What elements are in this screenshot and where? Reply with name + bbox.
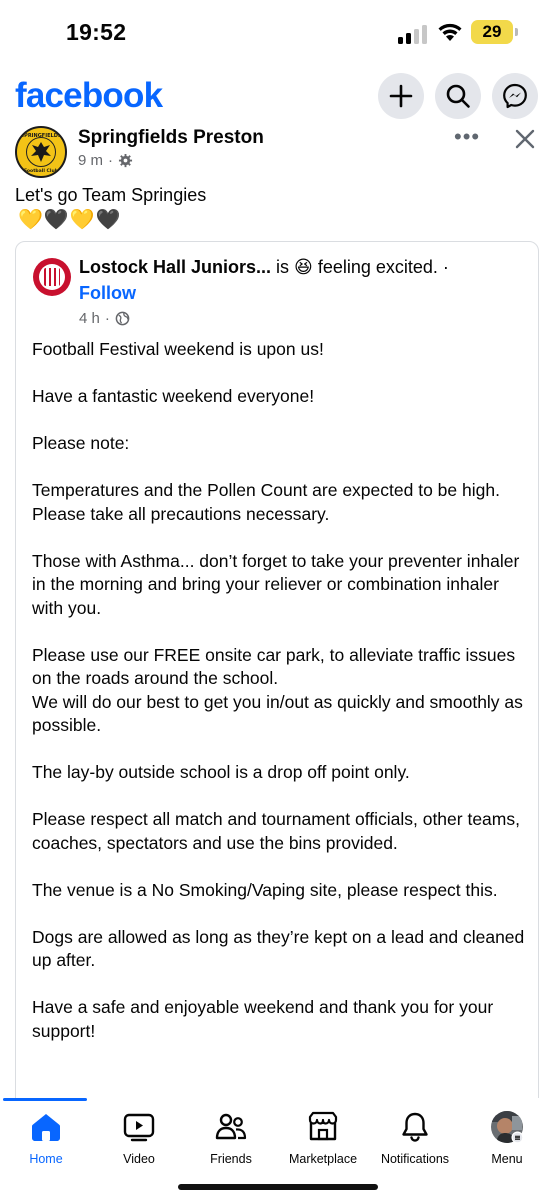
body-paragraph: We will do our best to get you in/out as… [32, 691, 523, 736]
body-paragraph: Please respect all match and tournament … [32, 809, 520, 853]
meta-separator: · [104, 310, 110, 327]
status-bar: 19:52 29 [0, 0, 555, 60]
app-header: facebook [0, 70, 555, 122]
more-options-icon[interactable]: ••• [454, 124, 480, 150]
active-tab-indicator [3, 1098, 87, 1101]
post-meta: 9 m · [78, 152, 133, 169]
close-icon[interactable] [512, 126, 538, 152]
cellular-signal-icon [398, 25, 427, 44]
body-paragraph: Have a safe and enjoyable weekend and th… [32, 997, 494, 1041]
facebook-logo[interactable]: facebook [15, 76, 163, 116]
body-paragraph: Dogs are allowed as long as they’re kept… [32, 926, 525, 971]
home-indicator [178, 1184, 378, 1190]
body-paragraph: The venue is a No Smoking/Vaping site, p… [32, 879, 498, 900]
post-caption: Let's go Team Springies [15, 185, 207, 205]
search-icon [446, 84, 470, 108]
tab-notifications[interactable]: Notifications [369, 1110, 461, 1170]
battery-level: 29 [482, 22, 502, 41]
post-author-name[interactable]: Springfields Preston [78, 127, 264, 149]
tab-menu[interactable]: Menu [461, 1110, 553, 1170]
post-emoji: 💛🖤💛🖤 [18, 209, 122, 231]
body-paragraph: Temperatures and the Pollen Count are ex… [32, 480, 500, 524]
tab-label: Video [123, 1152, 155, 1166]
post-header: SPRINGFIELDS Football Club Springfields … [0, 122, 555, 182]
shared-post-card[interactable]: Lostock Hall Juniors... is 😆 feeling exc… [15, 241, 539, 1111]
lostock-crest-icon [31, 256, 73, 298]
tab-label: Marketplace [288, 1152, 358, 1166]
create-button[interactable] [378, 73, 424, 119]
tab-label: Menu [491, 1152, 523, 1166]
body-paragraph: Football Festival weekend is upon us! [32, 339, 324, 359]
crest-text-bottom: Football Club [24, 168, 59, 174]
shared-header-line: Lostock Hall Juniors... is 😆 feeling exc… [79, 257, 449, 278]
body-paragraph: Please use our FREE onsite car park, to … [32, 644, 516, 689]
post-time[interactable]: 9 m [78, 152, 103, 169]
tab-friends[interactable]: Friends [185, 1110, 277, 1170]
profile-avatar [491, 1111, 524, 1144]
search-button[interactable] [435, 73, 481, 119]
tab-home[interactable]: Home [0, 1110, 92, 1170]
messenger-icon [503, 83, 527, 109]
friends-icon [215, 1113, 247, 1140]
body-paragraph: Have a fantastic weekend everyone! [32, 386, 315, 406]
club-crest-icon: SPRINGFIELDS Football Club [18, 129, 64, 175]
video-icon [123, 1113, 155, 1142]
shared-post-body: Football Festival weekend is upon us! Ha… [32, 338, 532, 1067]
shared-page-name[interactable]: Lostock Hall Juniors... [79, 257, 271, 277]
shared-status: is 😆 feeling excited. · [271, 257, 449, 277]
body-paragraph: Please note: [32, 433, 130, 453]
wifi-icon [438, 23, 462, 41]
gear-icon [118, 153, 133, 168]
follow-button[interactable]: Follow [79, 283, 136, 304]
lostock-hall-avatar[interactable] [31, 256, 73, 298]
tab-label: Notifications [380, 1152, 450, 1166]
meta-separator: · [108, 152, 114, 169]
tab-label: Friends [210, 1152, 252, 1166]
springfields-avatar[interactable]: SPRINGFIELDS Football Club [15, 126, 67, 178]
tab-marketplace[interactable]: Marketplace [277, 1110, 369, 1170]
shared-time[interactable]: 4 h [79, 310, 100, 327]
battery-cap [515, 28, 518, 36]
bell-icon [402, 1112, 428, 1142]
marketplace-icon [308, 1111, 338, 1141]
tab-video[interactable]: Video [93, 1110, 185, 1170]
tab-label: Home [29, 1152, 63, 1166]
status-time: 19:52 [66, 19, 127, 45]
battery-indicator: 29 [471, 20, 519, 44]
plus-icon [389, 84, 413, 108]
crest-text-top: SPRINGFIELDS [21, 133, 62, 139]
globe-icon [115, 311, 130, 326]
body-paragraph: Those with Asthma... don’t forget to tak… [32, 550, 520, 618]
home-icon [32, 1114, 60, 1141]
shared-meta: 4 h · [79, 310, 130, 327]
messenger-button[interactable] [492, 73, 538, 119]
body-paragraph: The lay-by outside school is a drop off … [32, 762, 410, 782]
